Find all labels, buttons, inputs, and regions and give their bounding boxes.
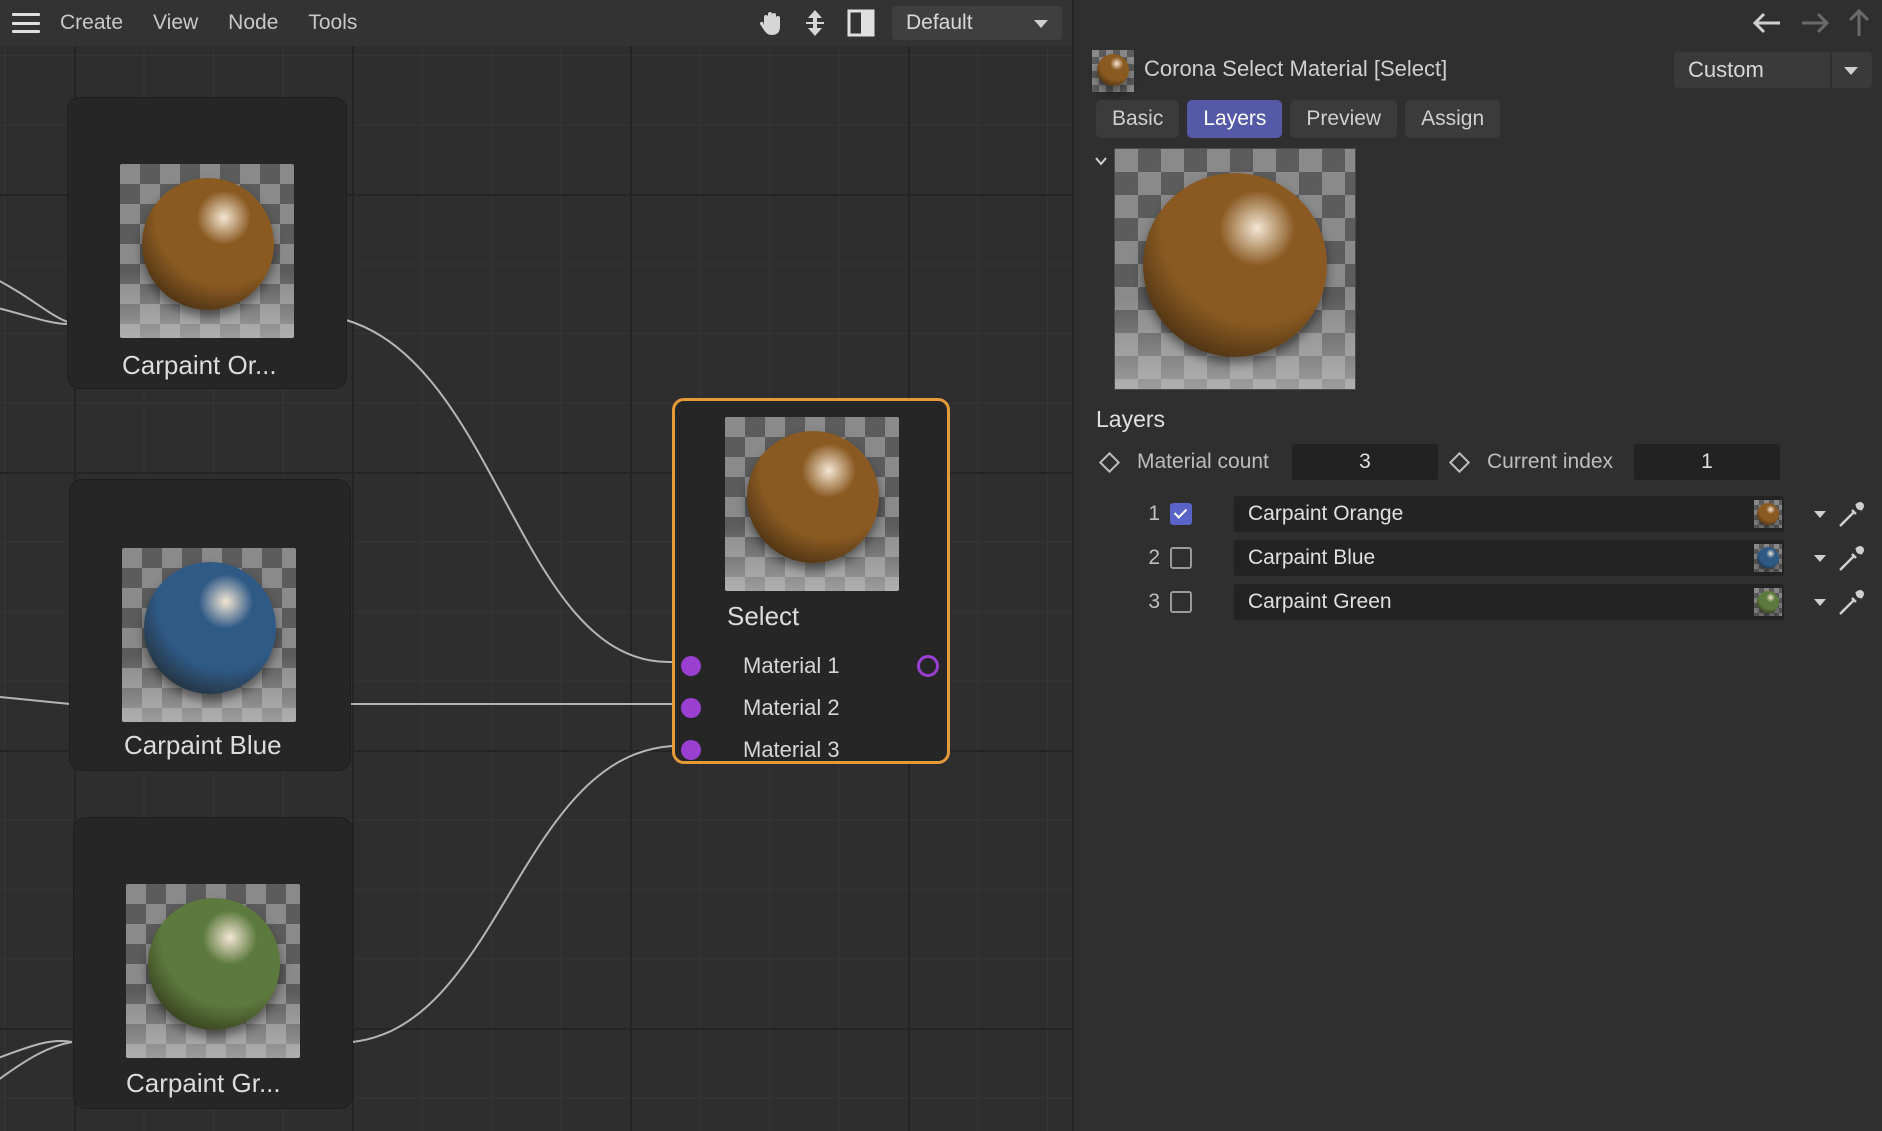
port-row-material-3: Material 3 <box>675 729 947 771</box>
menu-tools[interactable]: Tools <box>308 11 357 35</box>
layer-enabled-checkbox[interactable] <box>1170 547 1192 569</box>
input-port[interactable] <box>681 656 701 676</box>
hamburger-menu-icon[interactable] <box>12 13 40 33</box>
layer-material-name: Carpaint Green <box>1248 590 1392 613</box>
layout-dropdown-value: Default <box>906 11 973 34</box>
material-swatch <box>1754 588 1782 616</box>
node-canvas[interactable]: Carpaint Or... Carpaint Blue Carpaint Gr… <box>0 46 1072 1131</box>
port-row-material-2: Material 2 <box>675 687 947 729</box>
tab-basic[interactable]: Basic <box>1096 100 1180 138</box>
material-preview-thumbnail <box>122 548 296 722</box>
tab-assign[interactable]: Assign <box>1405 100 1501 138</box>
attribute-manager-panel: Corona Select Material [Select] Custom B… <box>1074 0 1882 1131</box>
material-swatch <box>1754 544 1782 572</box>
material-preview-thumbnail <box>120 164 294 338</box>
port-label: Material 2 <box>743 695 840 720</box>
wire-left-orange-2 <box>0 307 69 325</box>
current-index-label: Current index <box>1487 450 1614 473</box>
layer-row: 1 Carpaint Orange <box>1074 496 1882 532</box>
node-carpaint-green[interactable]: Carpaint Gr... <box>74 818 352 1108</box>
eyedropper-icon[interactable] <box>1836 586 1868 618</box>
material-icon <box>1092 50 1134 92</box>
layer-enabled-checkbox[interactable] <box>1170 591 1192 613</box>
layer-index: 3 <box>1148 590 1160 613</box>
layout-dropdown[interactable]: Default <box>892 6 1062 40</box>
panel-layout-icon[interactable] <box>846 8 876 38</box>
arrow-left-icon[interactable] <box>1750 8 1784 38</box>
mode-dropdown[interactable]: Custom <box>1674 52 1872 88</box>
mode-dropdown-value: Custom <box>1688 57 1764 82</box>
current-index-param: Current index <box>1448 444 1614 480</box>
chevron-down-icon[interactable] <box>1094 154 1108 168</box>
node-carpaint-orange[interactable]: Carpaint Or... <box>68 98 346 388</box>
output-port[interactable] <box>917 655 939 677</box>
port-row-material-1: Material 1 <box>675 645 947 687</box>
arrow-right-icon[interactable] <box>1798 8 1832 38</box>
tab-layers[interactable]: Layers <box>1187 100 1283 138</box>
node-select[interactable]: Select Material 1 Material 2 Material 3 <box>672 398 950 764</box>
port-label: Material 3 <box>743 737 840 762</box>
arrow-up-icon[interactable] <box>1844 8 1874 38</box>
keyframe-diamond-icon[interactable] <box>1098 451 1121 473</box>
node-title: Carpaint Blue <box>124 730 282 760</box>
wire-left-orange <box>0 280 69 323</box>
wire-orange-to-select <box>345 319 673 664</box>
chevron-down-icon[interactable] <box>1814 599 1826 606</box>
chevron-down-icon <box>1844 67 1858 75</box>
panel-title: Corona Select Material [Select] <box>1144 56 1448 81</box>
eyedropper-icon[interactable] <box>1836 498 1868 530</box>
keyframe-diamond-icon[interactable] <box>1448 451 1471 473</box>
tab-preview[interactable]: Preview <box>1290 100 1398 138</box>
chevron-down-icon[interactable] <box>1814 555 1826 562</box>
material-swatch <box>1754 500 1782 528</box>
layer-index: 2 <box>1148 546 1160 569</box>
layer-material-name: Carpaint Blue <box>1248 546 1376 569</box>
move-arrows-icon[interactable] <box>800 8 830 38</box>
wire-left-green-2 <box>0 1041 73 1080</box>
eyedropper-icon[interactable] <box>1836 542 1868 574</box>
wire-green-to-select <box>351 745 673 1043</box>
chevron-down-icon <box>1034 20 1048 28</box>
node-title: Select <box>727 601 800 631</box>
layer-row: 2 Carpaint Blue <box>1074 540 1882 576</box>
material-count-param: Material count <box>1098 444 1269 480</box>
layer-index: 1 <box>1148 502 1160 525</box>
port-label: Material 1 <box>743 653 840 678</box>
layer-material-name: Carpaint Orange <box>1248 502 1404 525</box>
input-port[interactable] <box>681 740 701 760</box>
material-count-label: Material count <box>1137 450 1269 473</box>
menu-view[interactable]: View <box>153 11 198 35</box>
layer-material-field[interactable]: Carpaint Orange <box>1234 496 1784 532</box>
node-editor-toolbar: Create View Node Tools Default <box>0 0 1072 46</box>
node-title: Carpaint Gr... <box>126 1068 281 1098</box>
layers-section-heading: Layers <box>1096 406 1166 432</box>
material-preview-large <box>1114 148 1356 390</box>
material-preview-thumbnail <box>725 417 899 591</box>
attribute-tabs: Basic Layers Preview Assign <box>1096 100 1501 138</box>
menu-create[interactable]: Create <box>60 11 123 35</box>
layer-row: 3 Carpaint Green <box>1074 584 1882 620</box>
node-title: Carpaint Or... <box>122 350 277 380</box>
menu-node[interactable]: Node <box>228 11 278 35</box>
chevron-down-icon[interactable] <box>1814 511 1826 518</box>
current-index-input[interactable]: 1 <box>1634 444 1780 480</box>
material-count-input[interactable]: 3 <box>1292 444 1438 480</box>
material-preview-thumbnail <box>126 884 300 1058</box>
node-carpaint-blue[interactable]: Carpaint Blue <box>70 480 350 770</box>
input-port[interactable] <box>681 698 701 718</box>
hand-pan-icon[interactable] <box>756 8 786 38</box>
layer-enabled-checkbox[interactable] <box>1170 503 1192 525</box>
layer-material-field[interactable]: Carpaint Green <box>1234 584 1784 620</box>
wire-left-blue <box>0 695 71 705</box>
layer-material-field[interactable]: Carpaint Blue <box>1234 540 1784 576</box>
